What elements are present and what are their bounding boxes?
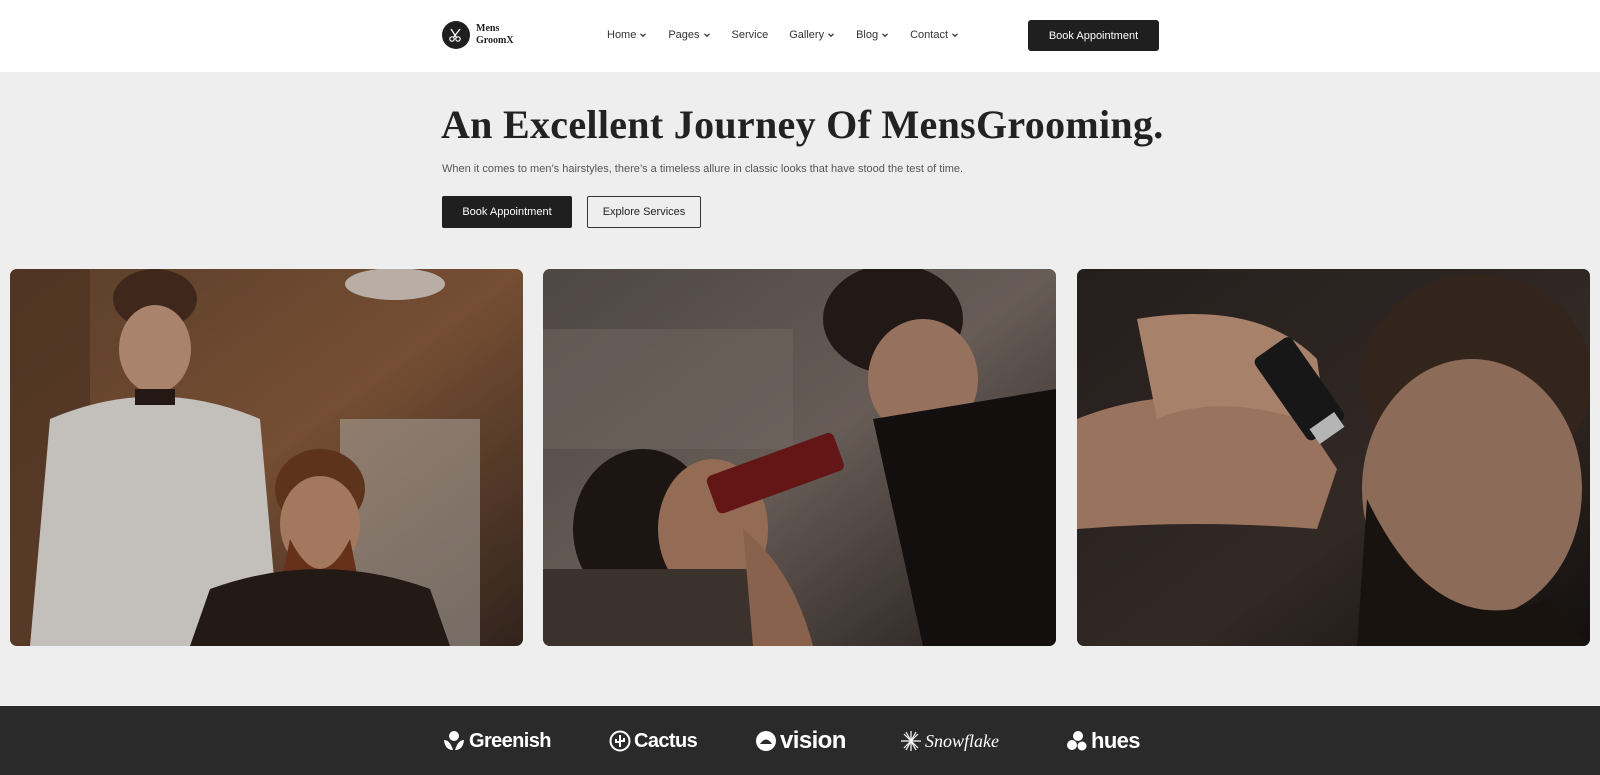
gallery-photo-barber-cutting-hair xyxy=(10,269,523,646)
nav-label: Service xyxy=(731,29,769,41)
gallery-photo-beard-trim xyxy=(543,269,1056,646)
gallery-photo-clipper-fade xyxy=(1077,269,1590,646)
brand-name: vision xyxy=(780,727,846,754)
explore-services-button[interactable]: Explore Services xyxy=(587,196,701,228)
chevron-down-icon xyxy=(640,33,647,38)
chevron-down-icon xyxy=(828,33,835,38)
brand-name: Snowflake xyxy=(925,730,999,751)
brand-name: hues xyxy=(1091,728,1141,753)
vision-icon xyxy=(755,730,777,752)
brand-logo-hues: hues xyxy=(1066,728,1141,754)
chevron-down-icon xyxy=(703,33,710,38)
header-book-appointment-button[interactable]: Book Appointment xyxy=(1028,20,1159,51)
hero-title: An Excellent Journey Of MensGrooming. xyxy=(441,102,1164,147)
book-appointment-button[interactable]: Book Appointment xyxy=(442,196,572,228)
nav-label: Pages xyxy=(668,29,700,41)
brand-logo-snowflake: Snowflake xyxy=(900,728,999,754)
chevron-down-icon xyxy=(882,33,889,38)
nav-item-contact[interactable]: Contact xyxy=(910,27,959,43)
brand-logos-strip: Greenish Cactus vision Snowflake hues xyxy=(0,706,1600,775)
nav-label: Contact xyxy=(910,29,949,41)
snowflake-icon xyxy=(900,730,922,752)
hero-subtitle: When it comes to men’s hairstyles, there… xyxy=(442,163,964,175)
nav-item-blog[interactable]: Blog xyxy=(856,27,889,43)
brand-name: Greenish xyxy=(469,729,552,752)
chevron-down-icon xyxy=(952,33,958,38)
cactus-icon xyxy=(609,730,631,752)
brand-logo-vision: vision xyxy=(755,727,846,754)
nav-item-pages[interactable]: Pages xyxy=(668,27,710,43)
main-nav: Home Pages Service Gallery Blog Contact xyxy=(607,27,980,43)
brand-logo-cactus: Cactus xyxy=(609,728,698,754)
nav-label: Home xyxy=(607,29,637,41)
logo-line-2: GroomX xyxy=(476,35,514,46)
site-logo[interactable]: Mens GroomX xyxy=(442,21,514,49)
leaf-icon xyxy=(442,730,466,752)
scissors-logo-icon xyxy=(442,21,470,49)
brand-logo-greenish: Greenish xyxy=(442,728,552,754)
site-header: Mens GroomX Home Pages Service Gallery B… xyxy=(0,0,1600,72)
nav-item-home[interactable]: Home xyxy=(607,27,647,43)
nav-item-gallery[interactable]: Gallery xyxy=(789,27,835,43)
logo-line-1: Mens xyxy=(476,23,500,34)
nav-label: Blog xyxy=(856,29,879,41)
nav-item-service[interactable]: Service xyxy=(732,27,769,43)
brand-name: Cactus xyxy=(634,729,698,752)
nav-label: Gallery xyxy=(789,29,825,41)
hues-icon xyxy=(1066,730,1088,752)
